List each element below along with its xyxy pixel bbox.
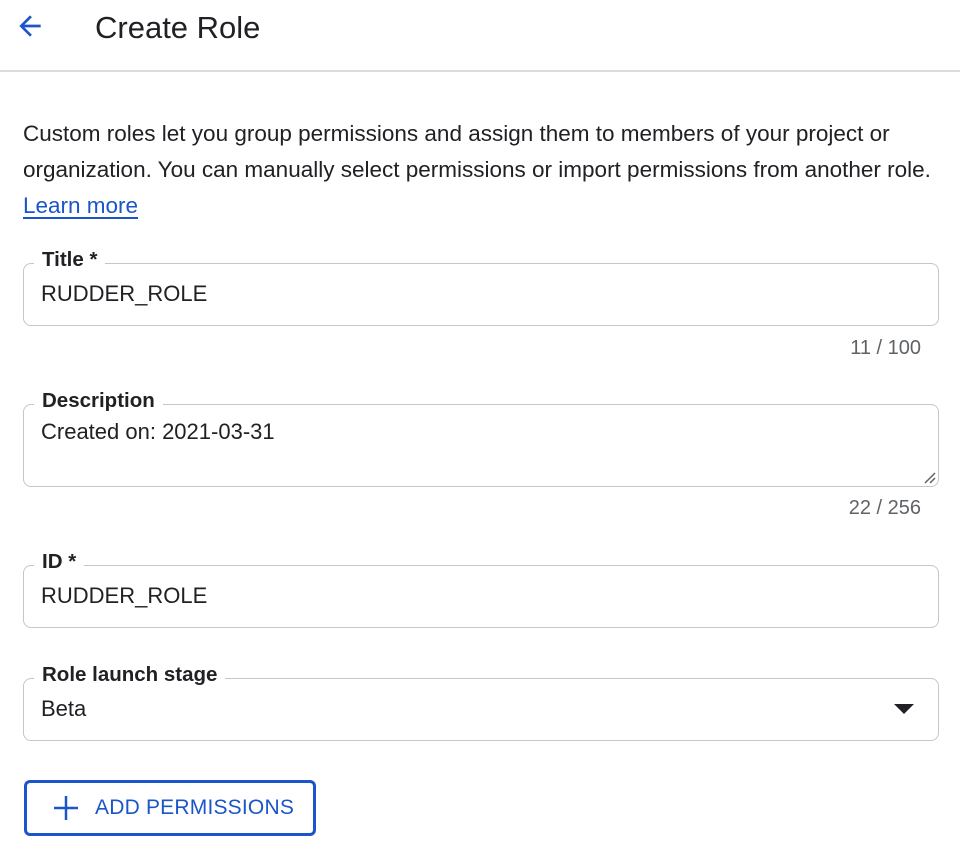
add-permissions-button[interactable]: ADD PERMISSIONS bbox=[24, 780, 316, 836]
id-field-label: ID * bbox=[34, 550, 85, 574]
resize-handle-icon[interactable] bbox=[922, 470, 936, 484]
title-field[interactable]: Title * RUDDER_ROLE bbox=[23, 248, 939, 326]
title-char-counter: 11 / 100 bbox=[850, 337, 921, 359]
arrow-left-icon bbox=[14, 10, 46, 47]
id-input[interactable]: RUDDER_ROLE bbox=[41, 583, 207, 609]
description-field-label: Description bbox=[34, 389, 163, 413]
intro-text: Custom roles let you group permissions a… bbox=[23, 116, 938, 224]
dropdown-arrow-icon[interactable] bbox=[894, 704, 914, 714]
add-permissions-label: ADD PERMISSIONS bbox=[95, 796, 295, 819]
page-title: Create Role bbox=[95, 10, 261, 45]
back-button[interactable] bbox=[12, 10, 48, 46]
description-char-counter: 22 / 256 bbox=[848, 497, 921, 519]
description-field[interactable]: Description Created on: 2021-03-31 bbox=[23, 389, 939, 487]
page-header: Create Role bbox=[0, 0, 960, 72]
intro-description: Custom roles let you group permissions a… bbox=[23, 121, 931, 182]
title-field-label: Title * bbox=[34, 248, 106, 272]
plus-icon bbox=[51, 793, 81, 823]
description-textarea[interactable]: Created on: 2021-03-31 bbox=[41, 419, 275, 445]
learn-more-link[interactable]: Learn more bbox=[23, 193, 138, 218]
launch-stage-value: Beta bbox=[41, 696, 87, 721]
launch-stage-label: Role launch stage bbox=[34, 663, 226, 687]
title-input[interactable]: RUDDER_ROLE bbox=[41, 281, 207, 307]
launch-stage-select[interactable]: Role launch stage Beta bbox=[23, 663, 939, 741]
id-field[interactable]: ID * RUDDER_ROLE bbox=[23, 550, 939, 628]
